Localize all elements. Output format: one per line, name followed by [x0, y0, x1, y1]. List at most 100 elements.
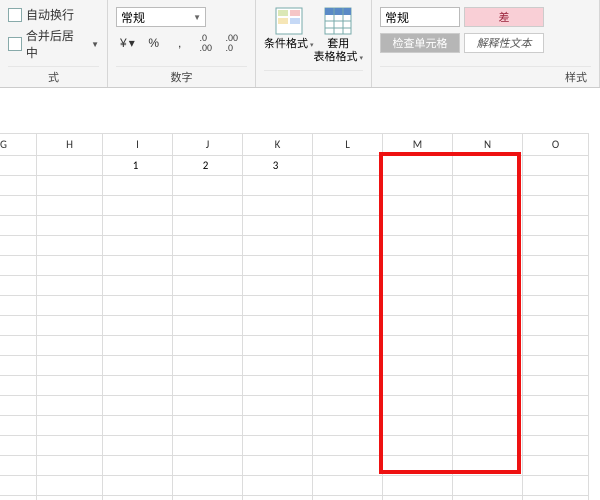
cell-G13[interactable]	[0, 396, 37, 416]
merge-center-button[interactable]: 合并后居中 ▼	[8, 25, 99, 63]
cell-G11[interactable]	[0, 356, 37, 376]
wrap-text-button[interactable]: 自动换行	[8, 4, 99, 25]
cell-J17[interactable]	[173, 476, 243, 496]
cell-H12[interactable]	[37, 376, 103, 396]
cell-N15[interactable]	[453, 436, 523, 456]
cell-L17[interactable]	[313, 476, 383, 496]
currency-button[interactable]: ¥ ▾	[116, 32, 139, 54]
cell-H11[interactable]	[37, 356, 103, 376]
cell-H13[interactable]	[37, 396, 103, 416]
format-as-table-button[interactable]: 套用 表格格式 ▾	[314, 4, 364, 65]
cell-H10[interactable]	[37, 336, 103, 356]
cell-N16[interactable]	[453, 456, 523, 476]
cell-G6[interactable]	[0, 256, 37, 276]
col-header-L[interactable]: L	[313, 134, 383, 156]
cell-N6[interactable]	[453, 256, 523, 276]
cell-G15[interactable]	[0, 436, 37, 456]
cell-I9[interactable]	[103, 316, 173, 336]
cell-H17[interactable]	[37, 476, 103, 496]
cell-J12[interactable]	[173, 376, 243, 396]
cell-N10[interactable]	[453, 336, 523, 356]
cell-I3[interactable]	[103, 196, 173, 216]
cell-L10[interactable]	[313, 336, 383, 356]
percent-button[interactable]: %	[143, 32, 165, 54]
cell-G1[interactable]	[0, 156, 37, 176]
comma-button[interactable]: ,	[169, 32, 191, 54]
cell-I12[interactable]	[103, 376, 173, 396]
cell-L15[interactable]	[313, 436, 383, 456]
cell-K12[interactable]	[243, 376, 313, 396]
cell-O5[interactable]	[523, 236, 589, 256]
cell-M4[interactable]	[383, 216, 453, 236]
cell-L16[interactable]	[313, 456, 383, 476]
cell-N11[interactable]	[453, 356, 523, 376]
cell-O11[interactable]	[523, 356, 589, 376]
cell-K4[interactable]	[243, 216, 313, 236]
cell-N14[interactable]	[453, 416, 523, 436]
decrease-decimal-button[interactable]: .00.0	[221, 32, 243, 54]
cell-N8[interactable]	[453, 296, 523, 316]
col-header-O[interactable]: O	[523, 134, 589, 156]
col-header-G[interactable]: G	[0, 134, 37, 156]
cell-H14[interactable]	[37, 416, 103, 436]
style-check-cell[interactable]: 检查单元格	[380, 33, 460, 53]
cell-H5[interactable]	[37, 236, 103, 256]
number-format-select[interactable]: 常规 ▼	[116, 7, 206, 27]
cell-L1[interactable]	[313, 156, 383, 176]
cell-H16[interactable]	[37, 456, 103, 476]
cell-J10[interactable]	[173, 336, 243, 356]
cell-J15[interactable]	[173, 436, 243, 456]
cell-G3[interactable]	[0, 196, 37, 216]
cell-N4[interactable]	[453, 216, 523, 236]
col-header-K[interactable]: K	[243, 134, 313, 156]
conditional-format-button[interactable]: 条件格式 ▾	[264, 4, 314, 52]
cell-G18[interactable]	[0, 496, 37, 500]
cell-J9[interactable]	[173, 316, 243, 336]
cell-L3[interactable]	[313, 196, 383, 216]
cell-G9[interactable]	[0, 316, 37, 336]
cell-M1[interactable]	[383, 156, 453, 176]
cell-O17[interactable]	[523, 476, 589, 496]
cell-K11[interactable]	[243, 356, 313, 376]
cell-M18[interactable]	[383, 496, 453, 500]
cell-G16[interactable]	[0, 456, 37, 476]
cell-G8[interactable]	[0, 296, 37, 316]
cell-N18[interactable]	[453, 496, 523, 500]
cell-O7[interactable]	[523, 276, 589, 296]
cell-L13[interactable]	[313, 396, 383, 416]
cell-K13[interactable]	[243, 396, 313, 416]
cell-H15[interactable]	[37, 436, 103, 456]
cell-J18[interactable]	[173, 496, 243, 500]
cell-I4[interactable]	[103, 216, 173, 236]
cell-M17[interactable]	[383, 476, 453, 496]
cell-O4[interactable]	[523, 216, 589, 236]
cell-N7[interactable]	[453, 276, 523, 296]
cell-I5[interactable]	[103, 236, 173, 256]
cell-J8[interactable]	[173, 296, 243, 316]
grid[interactable]: GHIJKLMNO 123	[0, 133, 589, 500]
cell-K2[interactable]	[243, 176, 313, 196]
cell-N17[interactable]	[453, 476, 523, 496]
cell-N12[interactable]	[453, 376, 523, 396]
cell-N1[interactable]	[453, 156, 523, 176]
cell-G17[interactable]	[0, 476, 37, 496]
cell-K8[interactable]	[243, 296, 313, 316]
cell-J2[interactable]	[173, 176, 243, 196]
cell-N5[interactable]	[453, 236, 523, 256]
cell-L14[interactable]	[313, 416, 383, 436]
cell-L9[interactable]	[313, 316, 383, 336]
cell-G12[interactable]	[0, 376, 37, 396]
cell-K18[interactable]	[243, 496, 313, 500]
cell-I14[interactable]	[103, 416, 173, 436]
cell-O15[interactable]	[523, 436, 589, 456]
cell-M2[interactable]	[383, 176, 453, 196]
cell-O12[interactable]	[523, 376, 589, 396]
cell-I13[interactable]	[103, 396, 173, 416]
cell-I15[interactable]	[103, 436, 173, 456]
cell-O16[interactable]	[523, 456, 589, 476]
cell-H4[interactable]	[37, 216, 103, 236]
col-header-I[interactable]: I	[103, 134, 173, 156]
cell-K7[interactable]	[243, 276, 313, 296]
cell-K6[interactable]	[243, 256, 313, 276]
cell-K3[interactable]	[243, 196, 313, 216]
